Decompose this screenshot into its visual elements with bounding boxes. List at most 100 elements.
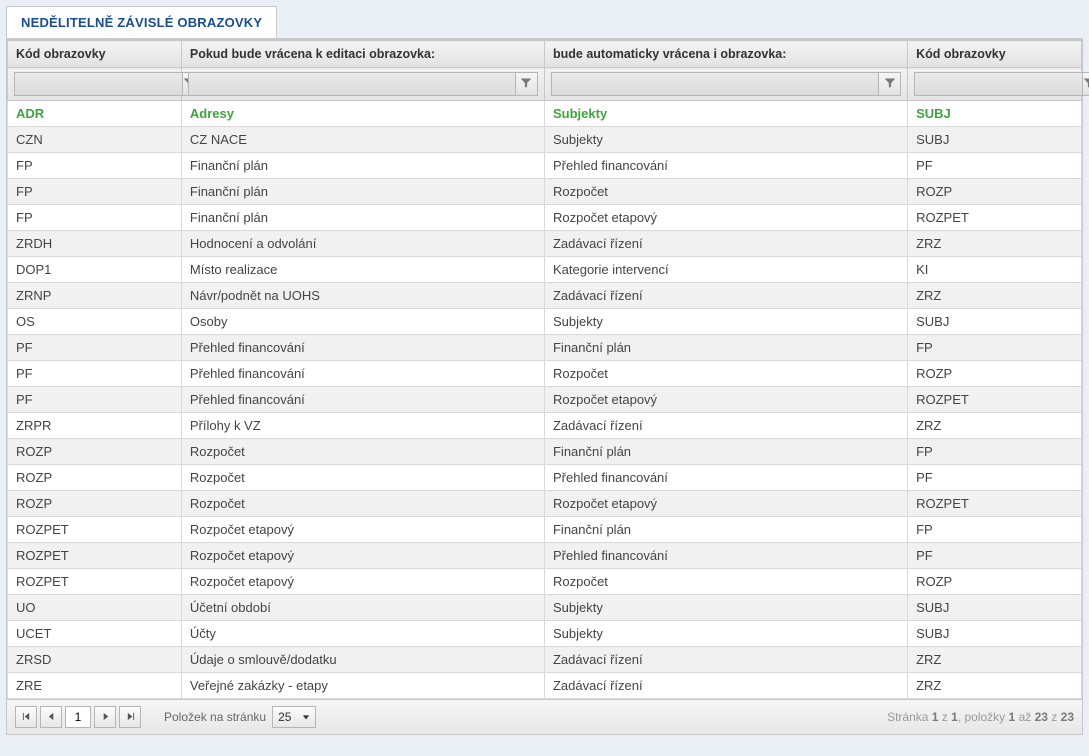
pager: Položek na stránku 25 Stránka 1 z 1, pol… [7, 699, 1082, 734]
table-cell: ZRZ [908, 647, 1082, 673]
table-row[interactable]: ZRPRPřílohy k VZZadávací řízeníZRZ [8, 413, 1082, 439]
table-cell: Přehled financování [181, 361, 544, 387]
table-cell: Přehled financování [544, 465, 907, 491]
table-row[interactable]: ROZPRozpočetFinanční plánFP [8, 439, 1082, 465]
funnel-icon [520, 77, 532, 92]
col-header-code-right[interactable]: Kód obrazovky [908, 41, 1082, 68]
table-cell: Finanční plán [181, 153, 544, 179]
table-cell: DOP1 [8, 257, 182, 283]
table-row[interactable]: PFPřehled financováníRozpočetROZP [8, 361, 1082, 387]
table-row[interactable]: ROZPRozpočetRozpočet etapovýROZPET [8, 491, 1082, 517]
table-row[interactable]: ROZPETRozpočet etapovýRozpočetROZP [8, 569, 1082, 595]
col-header-code-left[interactable]: Kód obrazovky [8, 41, 182, 68]
table-cell: Hodnocení a odvolání [181, 231, 544, 257]
pager-next-button[interactable] [94, 706, 116, 728]
table-row[interactable]: ZRDHHodnocení a odvoláníZadávací řízeníZ… [8, 231, 1082, 257]
col-header-autoreturned[interactable]: bude automaticky vrácena i obrazovka: [544, 41, 907, 68]
filter-button[interactable] [879, 72, 901, 96]
table-cell: Přehled financování [181, 387, 544, 413]
table-cell: Rozpočet [181, 465, 544, 491]
table-cell: KI [908, 257, 1082, 283]
table-cell: Návr/podnět na UOHS [181, 283, 544, 309]
filter-button[interactable] [1083, 72, 1089, 96]
filter-input-code-left[interactable] [14, 72, 183, 96]
table-cell: Finanční plán [544, 439, 907, 465]
table-cell: ROZP [8, 465, 182, 491]
table-cell: Rozpočet [544, 361, 907, 387]
table-cell: Zadávací řízení [544, 283, 907, 309]
table-cell: SUBJ [908, 127, 1082, 153]
table-row[interactable]: FPFinanční plánRozpočetROZP [8, 179, 1082, 205]
table-cell: FP [908, 517, 1082, 543]
table-cell: Přehled financování [544, 543, 907, 569]
pager-last-button[interactable] [119, 706, 141, 728]
pager-page-input[interactable] [65, 706, 91, 728]
table-cell: Subjekty [544, 101, 907, 127]
table-cell: Veřejné zakázky - etapy [181, 673, 544, 699]
table-row[interactable]: OSOsobySubjektySUBJ [8, 309, 1082, 335]
table-row[interactable]: FPFinanční plánRozpočet etapovýROZPET [8, 205, 1082, 231]
tab-label: NEDĚLITELNĚ ZÁVISLÉ OBRAZOVKY [21, 15, 262, 30]
table-cell: ROZP [908, 361, 1082, 387]
table-cell: SUBJ [908, 101, 1082, 127]
table-cell: Finanční plán [181, 179, 544, 205]
table-cell: SUBJ [908, 309, 1082, 335]
table-row[interactable]: ROZPRozpočetPřehled financováníPF [8, 465, 1082, 491]
tab-dependent-screens[interactable]: NEDĚLITELNĚ ZÁVISLÉ OBRAZOVKY [6, 6, 277, 38]
table-cell: FP [908, 335, 1082, 361]
filter-button[interactable] [516, 72, 538, 96]
table-row[interactable]: UOÚčetní obdobíSubjektySUBJ [8, 595, 1082, 621]
table-cell: Účty [181, 621, 544, 647]
filter-input-returned[interactable] [188, 72, 516, 96]
pager-summary: Stránka 1 z 1, položky 1 až 23 z 23 [887, 710, 1074, 724]
table-cell: ZRPR [8, 413, 182, 439]
table-row[interactable]: DOP1Místo realizaceKategorie intervencíK… [8, 257, 1082, 283]
table-cell: SUBJ [908, 621, 1082, 647]
first-page-icon [22, 710, 31, 724]
table-cell: ADR [8, 101, 182, 127]
col-header-returned[interactable]: Pokud bude vrácena k editaci obrazovka: [181, 41, 544, 68]
table-cell: CZ NACE [181, 127, 544, 153]
pager-prev-button[interactable] [40, 706, 62, 728]
table-cell: ROZP [8, 439, 182, 465]
pager-first-button[interactable] [15, 706, 37, 728]
table-row[interactable]: CZNCZ NACESubjektySUBJ [8, 127, 1082, 153]
table-row[interactable]: FPFinanční plánPřehled financováníPF [8, 153, 1082, 179]
table-cell: Údaje o smlouvě/dodatku [181, 647, 544, 673]
table-cell: ROZPET [8, 569, 182, 595]
table-cell: ROZPET [908, 387, 1082, 413]
table-row[interactable]: ZRSDÚdaje o smlouvě/dodatkuZadávací říze… [8, 647, 1082, 673]
dependency-table: Kód obrazovky Pokud bude vrácena k edita… [7, 40, 1082, 699]
table-cell: Rozpočet etapový [181, 569, 544, 595]
table-cell: Finanční plán [544, 335, 907, 361]
table-row[interactable]: ZRNPNávr/podnět na UOHSZadávací řízeníZR… [8, 283, 1082, 309]
table-cell: PF [8, 335, 182, 361]
table-cell: ROZP [908, 569, 1082, 595]
table-cell: ZRZ [908, 283, 1082, 309]
table-cell: ROZP [908, 179, 1082, 205]
table-cell: ZRZ [908, 413, 1082, 439]
table-cell: Účetní období [181, 595, 544, 621]
table-row[interactable]: UCETÚčtySubjektySUBJ [8, 621, 1082, 647]
chevron-down-icon [302, 710, 310, 724]
table-row[interactable]: PFPřehled financováníFinanční plánFP [8, 335, 1082, 361]
table-row[interactable]: ROZPETRozpočet etapovýFinanční plánFP [8, 517, 1082, 543]
prev-page-icon [47, 710, 56, 724]
table-row[interactable]: ROZPETRozpočet etapovýPřehled financován… [8, 543, 1082, 569]
filter-input-autoreturned[interactable] [551, 72, 879, 96]
table-row[interactable]: PFPřehled financováníRozpočet etapovýROZ… [8, 387, 1082, 413]
table-cell: Rozpočet etapový [544, 387, 907, 413]
table-row[interactable]: ZREVeřejné zakázky - etapyZadávací řízen… [8, 673, 1082, 699]
table-cell: CZN [8, 127, 182, 153]
table-cell: Rozpočet etapový [181, 517, 544, 543]
per-page-select[interactable]: 25 [272, 706, 316, 728]
col-header-label: Kód obrazovky [916, 47, 1006, 61]
table-cell: PF [8, 361, 182, 387]
table-cell: Finanční plán [544, 517, 907, 543]
table-cell: FP [8, 179, 182, 205]
table-row[interactable]: ADRAdresySubjektySUBJ [8, 101, 1082, 127]
filter-input-code-right[interactable] [914, 72, 1083, 96]
table-cell: ZRZ [908, 231, 1082, 257]
table-cell: PF [8, 387, 182, 413]
table-cell: Rozpočet [181, 491, 544, 517]
